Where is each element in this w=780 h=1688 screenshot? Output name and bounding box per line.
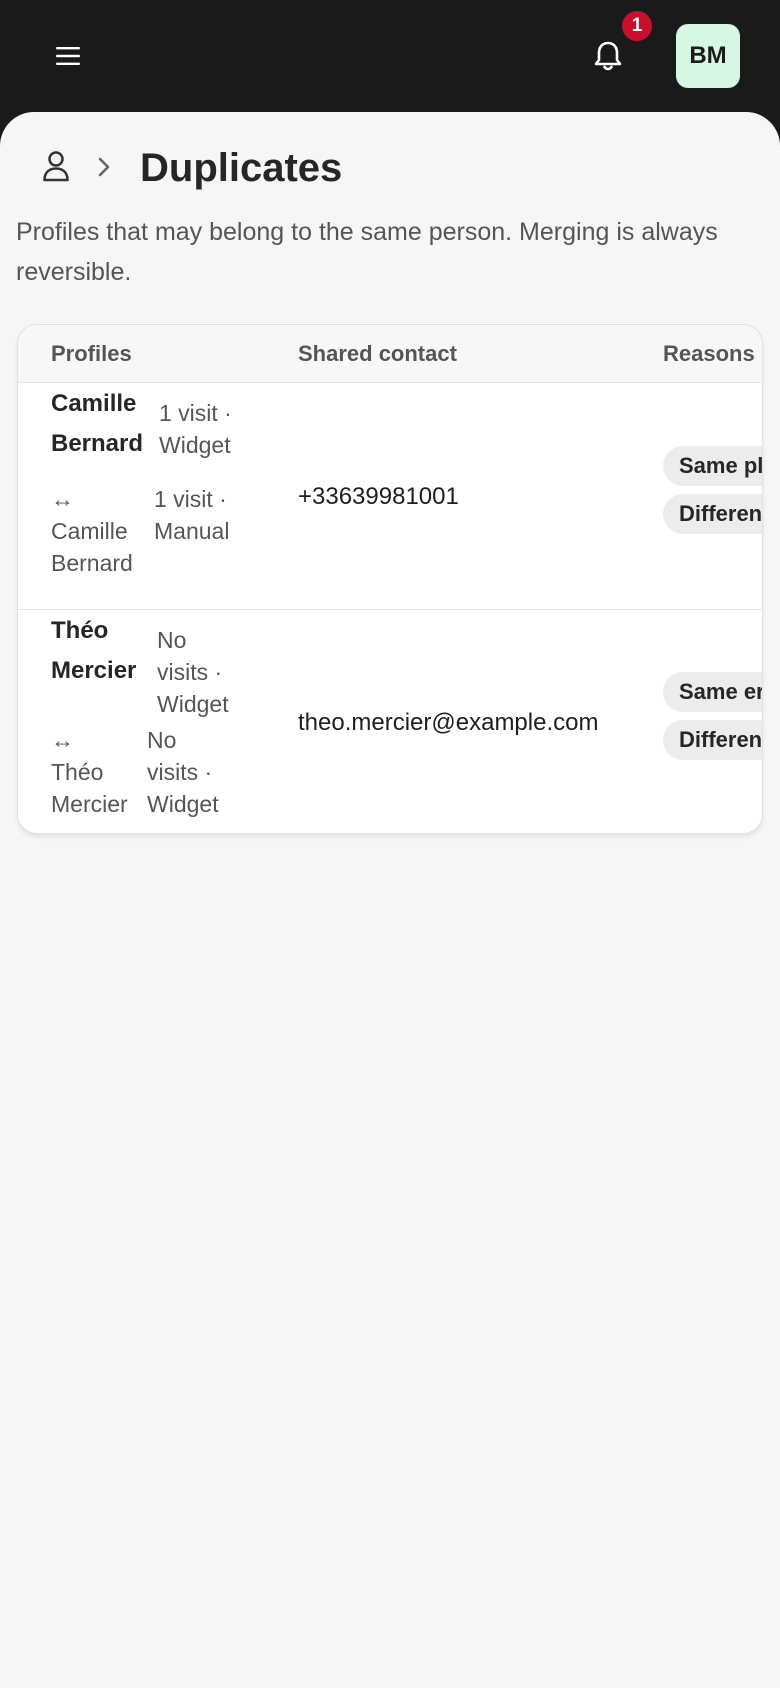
table-header: Profiles Shared contact Reasons bbox=[18, 325, 762, 383]
linked-profile-name: Théo Mercier bbox=[51, 759, 128, 817]
primary-profile-meta: No visits · Widget bbox=[157, 627, 229, 717]
linked-profile[interactable]: ↔ Théo Mercier bbox=[51, 724, 141, 820]
hamburger-menu-icon[interactable] bbox=[48, 36, 88, 76]
notification-count-badge: 1 bbox=[622, 11, 652, 41]
page-description: Profiles that may belong to the same per… bbox=[16, 218, 718, 286]
swap-arrow-icon: ↔ bbox=[51, 486, 74, 512]
table-row[interactable]: Théo Mercier No visits · Widget ↔ Théo M… bbox=[18, 611, 762, 833]
reason-chip[interactable]: Differen bbox=[663, 494, 762, 534]
reason-chip[interactable]: Differen bbox=[663, 720, 762, 760]
shared-contact-phone[interactable]: +33639981001 bbox=[298, 482, 459, 512]
primary-profile-meta: 1 visit · Widget bbox=[159, 400, 232, 458]
column-header-shared-contact[interactable]: Shared contact bbox=[298, 341, 457, 367]
table-row[interactable]: Camille Bernard 1 visit · Widget ↔ Camil… bbox=[18, 384, 762, 610]
duplicates-table: Profiles Shared contact Reasons Camille … bbox=[17, 324, 763, 834]
user-avatar[interactable]: BM bbox=[676, 24, 740, 88]
column-header-reasons[interactable]: Reasons bbox=[663, 341, 755, 367]
primary-profile-name[interactable]: Théo Mercier bbox=[51, 611, 151, 691]
chevron-right-icon bbox=[94, 154, 114, 180]
person-icon[interactable] bbox=[40, 148, 72, 184]
primary-profile-name[interactable]: Camille Bernard bbox=[51, 384, 151, 464]
linked-profile-meta: No visits · Widget bbox=[147, 727, 219, 817]
shared-contact-email[interactable]: theo.mercier@example.com bbox=[298, 708, 598, 738]
reason-chip[interactable]: Same er bbox=[663, 672, 762, 712]
linked-profile-meta: 1 visit · Manual bbox=[154, 486, 230, 544]
page-title: Duplicates bbox=[140, 146, 343, 190]
linked-profile[interactable]: ↔ Camille Bernard bbox=[51, 483, 151, 579]
bell-icon[interactable] bbox=[586, 36, 630, 76]
column-header-profiles[interactable]: Profiles bbox=[51, 341, 132, 367]
reason-chip[interactable]: Same pl bbox=[663, 446, 762, 486]
swap-arrow-icon: ↔ bbox=[51, 727, 74, 753]
linked-profile-name: Camille Bernard bbox=[51, 518, 133, 576]
